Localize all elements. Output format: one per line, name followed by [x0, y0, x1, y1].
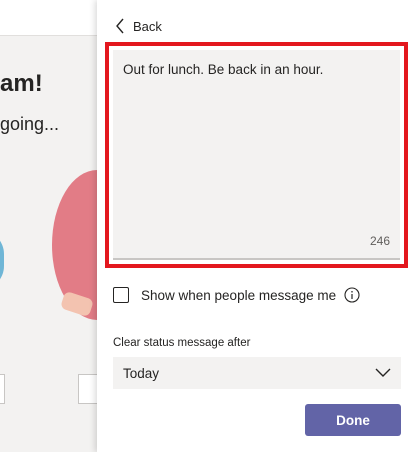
chevron-down-icon — [375, 366, 391, 381]
status-message-panel: Back Out for lunch. Be back in an hour. … — [97, 0, 419, 452]
show-when-message-checkbox[interactable] — [113, 287, 129, 303]
background-subheading: going... — [0, 114, 60, 134]
clear-after-dropdown[interactable]: Today — [113, 357, 401, 389]
chevron-left-icon — [115, 18, 125, 34]
status-message-text: Out for lunch. Be back in an hour. — [123, 62, 324, 77]
back-label: Back — [133, 18, 162, 34]
back-button[interactable]: Back — [115, 18, 162, 34]
background-card-right — [78, 374, 98, 404]
done-button[interactable]: Done — [305, 404, 401, 436]
clear-after-value: Today — [123, 365, 160, 381]
background-illustration-blue — [0, 230, 4, 290]
character-counter: 246 — [369, 234, 390, 248]
background-heading: am! — [0, 70, 43, 97]
status-message-highlight: Out for lunch. Be back in an hour. 246 — [105, 42, 408, 268]
background-app: am! going... — [0, 0, 142, 452]
background-top-bar — [0, 0, 97, 36]
info-icon[interactable] — [344, 287, 360, 303]
status-message-textarea[interactable]: Out for lunch. Be back in an hour. 246 — [113, 50, 400, 260]
show-when-message-row[interactable]: Show when people message me — [113, 287, 360, 303]
background-card-left — [0, 374, 5, 404]
show-when-message-label: Show when people message me — [141, 287, 337, 303]
clear-after-label: Clear status message after — [113, 337, 251, 349]
